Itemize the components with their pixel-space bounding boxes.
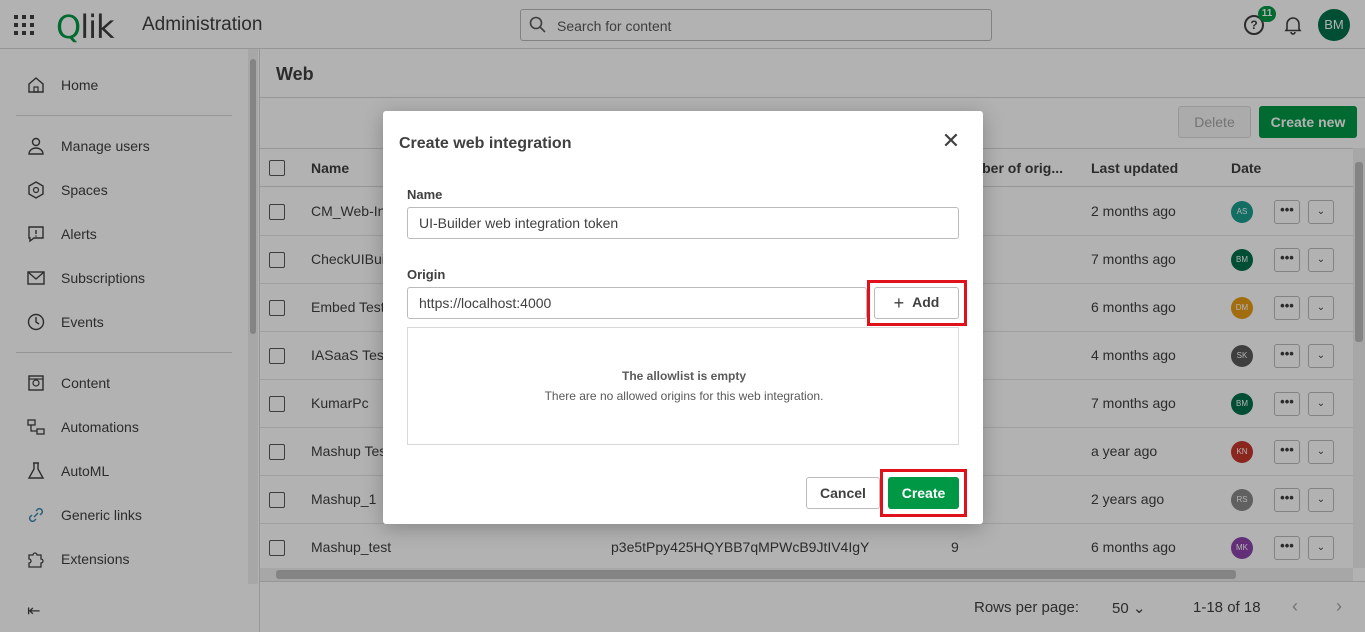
name-input[interactable] xyxy=(407,207,959,239)
close-icon[interactable]: ✕ xyxy=(941,130,961,152)
highlight-box xyxy=(880,469,967,517)
allowlist-empty-title: The allowlist is empty xyxy=(621,369,747,383)
name-label: Name xyxy=(407,187,443,202)
highlight-box xyxy=(867,280,967,326)
cancel-button[interactable]: Cancel xyxy=(806,477,880,509)
allowlist-empty-subtitle: There are no allowed origins for this we… xyxy=(544,389,824,403)
origin-label: Origin xyxy=(407,267,446,282)
dialog-title: Create web integration xyxy=(399,135,572,152)
origin-input[interactable] xyxy=(407,287,867,319)
allowlist-panel: The allowlist is empty There are no allo… xyxy=(407,327,959,445)
create-web-integration-dialog: Create web integration ✕ Name Origin +Ad… xyxy=(383,111,983,524)
